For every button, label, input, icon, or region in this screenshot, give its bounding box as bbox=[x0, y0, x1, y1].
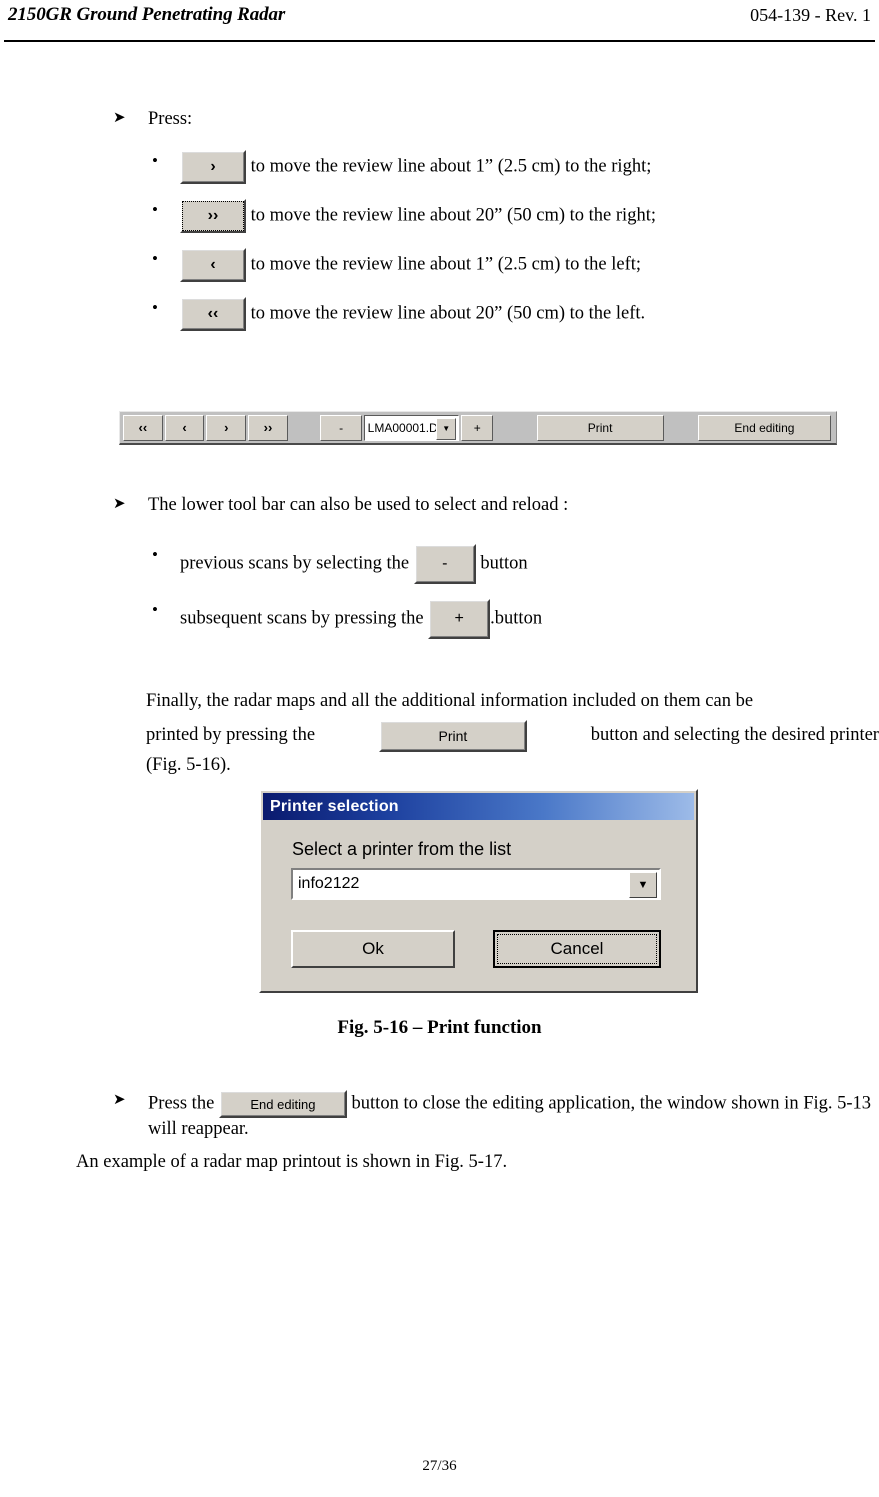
round-bullet-icon: • bbox=[152, 297, 158, 317]
list-item-move-right-small: • › to move the review line about 1” (2.… bbox=[0, 149, 879, 184]
toolbar-print-label: Print bbox=[587, 420, 613, 435]
round-bullet-icon: • bbox=[152, 150, 158, 170]
header-document-ref: 054-139 - Rev. 1 bbox=[750, 5, 871, 25]
list-item-move-left-large: • ‹‹ to move the review line about 20” (… bbox=[0, 296, 879, 331]
dialog-instruction-label: Select a printer from the list bbox=[292, 839, 512, 859]
printer-select-combo[interactable]: info2122 ▼ bbox=[291, 868, 661, 900]
print-paragraph-line-2-before: printed by pressing the bbox=[146, 724, 316, 745]
toolbar-print-button[interactable]: Print bbox=[536, 414, 664, 441]
toolbar-end-editing-label: End editing bbox=[734, 420, 795, 435]
previous-scans-text-before: previous scans by selecting the bbox=[180, 552, 414, 573]
lower-toolbar-lead-text: The lower tool bar can also be used to s… bbox=[148, 495, 569, 515]
list-item-end-editing: ➤ Press the End editing button to close … bbox=[0, 1090, 879, 1142]
chevron-double-right-icon: ›› bbox=[182, 200, 244, 231]
closing-section: ➤ Press the End editing button to close … bbox=[0, 1090, 879, 1173]
toolbar-end-editing-button[interactable]: End editing bbox=[697, 414, 832, 441]
dialog-ok-button[interactable]: Ok bbox=[291, 930, 455, 968]
previous-scans-text-after: button bbox=[475, 552, 528, 573]
chevron-left-icon: ‹ bbox=[182, 420, 187, 435]
print-instruction-paragraph: Finally, the radar maps and all the addi… bbox=[146, 688, 879, 780]
round-bullet-icon: • bbox=[152, 248, 158, 268]
minus-icon: - bbox=[339, 420, 344, 435]
list-item-lower-toolbar: ➤ The lower tool bar can also be used to… bbox=[0, 494, 879, 518]
printer-select-value: info2122 bbox=[298, 875, 360, 892]
page-header: 2150GR Ground Penetrating Radar 054-139 … bbox=[0, 0, 879, 44]
toolbar-nav-prev-button[interactable]: ‹ bbox=[164, 414, 205, 441]
list-item-previous-scans: • previous scans by selecting the - butt… bbox=[0, 543, 879, 584]
arrow-bullet-icon: ➤ bbox=[113, 494, 126, 512]
toolbar-next-scan-button[interactable]: + bbox=[461, 414, 494, 441]
chevron-double-left-icon: ‹‹ bbox=[182, 298, 244, 329]
plus-icon: + bbox=[473, 420, 481, 435]
dialog-title-bar: Printer selection bbox=[263, 793, 694, 820]
next-scan-icon-button[interactable]: + bbox=[428, 598, 491, 639]
press-lead-text: Press: bbox=[148, 109, 193, 129]
toolbar-file-combo[interactable]: LMA00001.DT ▼ bbox=[363, 414, 460, 441]
move-left-large-text: to move the review line about 20” (50 cm… bbox=[246, 302, 646, 323]
print-inline-button[interactable]: Print bbox=[378, 719, 527, 752]
print-inline-label: Print bbox=[380, 721, 525, 750]
move-right-small-text: to move the review line about 1” (2.5 cm… bbox=[246, 155, 652, 176]
print-paragraph-line-1: Finally, the radar maps and all the addi… bbox=[146, 691, 754, 711]
round-bullet-icon: • bbox=[152, 199, 158, 219]
subsequent-scans-text-before: subsequent scans by pressing the bbox=[180, 607, 429, 628]
header-rule bbox=[4, 40, 875, 42]
chevron-left-icon-button[interactable]: ‹ bbox=[180, 247, 246, 282]
print-paragraph-line-2-after: button and selecting the desired printer bbox=[590, 724, 879, 745]
closing-paragraph: An example of a radar map printout is sh… bbox=[76, 1151, 508, 1172]
dialog-cancel-button[interactable]: Cancel bbox=[493, 930, 661, 968]
dialog-cancel-label: Cancel bbox=[497, 934, 657, 964]
dialog-ok-label: Ok bbox=[362, 939, 384, 958]
round-bullet-icon: • bbox=[152, 544, 158, 564]
chevron-double-left-icon: ‹‹ bbox=[138, 420, 148, 435]
toolbar-nav-first-button[interactable]: ‹‹ bbox=[123, 414, 163, 441]
lower-toolbar: ‹‹ ‹ › ›› - LMA00001.DT ▼ + Print End ed… bbox=[119, 411, 837, 445]
plus-icon: + bbox=[430, 600, 489, 637]
subsequent-scans-text-after: .button bbox=[490, 607, 543, 628]
list-item-subsequent-scans: • subsequent scans by pressing the + .but… bbox=[0, 598, 879, 639]
chevron-double-left-icon-button[interactable]: ‹‹ bbox=[180, 296, 246, 331]
chevron-left-icon: ‹ bbox=[182, 249, 244, 280]
end-editing-text-before: Press the bbox=[148, 1093, 219, 1114]
toolbar-previous-scan-button[interactable]: - bbox=[320, 414, 362, 441]
page-footer: 27/36 bbox=[422, 1458, 457, 1474]
toolbar-nav-next-button[interactable]: › bbox=[206, 414, 247, 441]
chevron-double-right-icon-button[interactable]: ›› bbox=[180, 198, 246, 233]
toolbar-file-value: LMA00001.DT bbox=[367, 420, 446, 435]
print-paragraph-line-2: printed by pressing the Print button and… bbox=[146, 719, 879, 752]
chevron-down-icon[interactable]: ▼ bbox=[629, 872, 657, 898]
end-editing-inline-button[interactable]: End editing bbox=[218, 1090, 347, 1118]
figure-caption: Fig. 5-16 – Print function bbox=[337, 1017, 542, 1038]
chevron-down-icon[interactable]: ▼ bbox=[436, 417, 457, 440]
dialog-title-text: Printer selection bbox=[270, 797, 399, 815]
printer-selection-dialog: Printer selection Select a printer from … bbox=[259, 789, 698, 993]
toolbar-description-section: ➤ The lower tool bar can also be used to… bbox=[0, 494, 879, 639]
chevron-right-icon: › bbox=[224, 420, 229, 435]
header-document-title: 2150GR Ground Penetrating Radar bbox=[8, 4, 286, 25]
arrow-bullet-icon: ➤ bbox=[113, 1090, 126, 1108]
document-body: ➤ Press: • › to move the review line abo… bbox=[0, 44, 879, 331]
round-bullet-icon: • bbox=[152, 599, 158, 619]
arrow-bullet-icon: ➤ bbox=[113, 108, 126, 126]
chevron-right-icon-button[interactable]: › bbox=[180, 149, 246, 184]
previous-scan-icon-button[interactable]: - bbox=[413, 543, 476, 584]
end-editing-inline-label: End editing bbox=[220, 1092, 345, 1116]
list-item-move-left-small: • ‹ to move the review line about 1” (2.… bbox=[0, 247, 879, 282]
list-item-press: ➤ Press: bbox=[0, 108, 879, 132]
toolbar-nav-last-button[interactable]: ›› bbox=[248, 414, 288, 441]
move-left-small-text: to move the review line about 1” (2.5 cm… bbox=[246, 253, 642, 274]
list-item-move-right-large: • ›› to move the review line about 20” (… bbox=[0, 198, 879, 233]
chevron-double-right-icon: ›› bbox=[263, 420, 273, 435]
minus-icon: - bbox=[415, 545, 474, 582]
move-right-large-text: to move the review line about 20” (50 cm… bbox=[246, 204, 656, 225]
chevron-right-icon: › bbox=[182, 151, 244, 182]
print-paragraph-line-3: (Fig. 5-16). bbox=[146, 754, 231, 775]
